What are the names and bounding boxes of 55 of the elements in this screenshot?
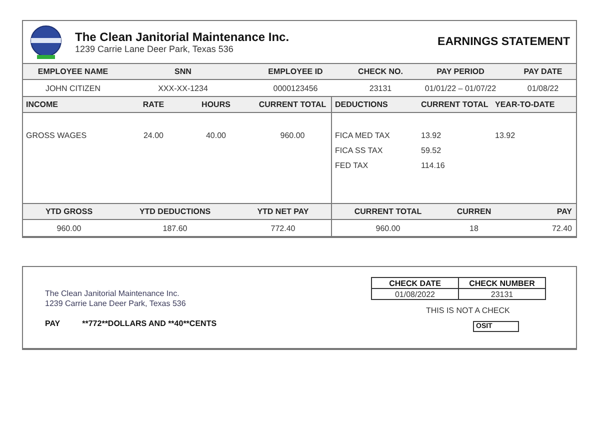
column-header: YTD NET PAY bbox=[256, 207, 310, 216]
column-header: SNN bbox=[174, 67, 192, 76]
column-header: CURRENT TOTAL bbox=[258, 100, 328, 109]
pay-amount: **772**DOLLARS AND **40**CENTS bbox=[82, 319, 217, 328]
table-cell-text: FICA MED TAX bbox=[335, 131, 391, 140]
table-cell-text: 114.16 bbox=[421, 161, 446, 170]
column-header: PAY DATE bbox=[522, 67, 564, 76]
notice-text: THIS IS NOT A CHECK bbox=[426, 306, 510, 315]
table-cell: 23131 bbox=[458, 288, 546, 300]
column-header: YTD GROSS bbox=[44, 207, 94, 216]
table-cell-text: GROSS WAGES bbox=[26, 131, 88, 140]
company-name: The Clean Janitorial Maintenance Inc. bbox=[75, 30, 290, 44]
column-header: EMPLOYEE ID bbox=[267, 67, 324, 76]
statement-title: EARNINGS STATEMENT bbox=[438, 36, 570, 48]
table-cell-text: 187.60 bbox=[162, 224, 188, 232]
table-cell-text: 59.52 bbox=[421, 146, 442, 155]
column-header: EMPLOYEE NAME bbox=[36, 67, 110, 76]
column-header: INCOME bbox=[26, 100, 59, 109]
column-header: YEAR-TO-DATE bbox=[495, 100, 556, 109]
column-header: DEDUCTIONS bbox=[335, 100, 389, 109]
column-header: CURREN bbox=[456, 207, 492, 216]
table-cell: 01/08/2022 bbox=[372, 288, 458, 300]
table-cell-text: 23131 bbox=[368, 84, 393, 92]
pay-label: PAY bbox=[45, 319, 60, 328]
table-cell-text: FICA SS TAX bbox=[335, 146, 384, 155]
column-header: CURRENT TOTAL bbox=[421, 100, 490, 109]
column-header: CHECK NO. bbox=[357, 67, 404, 76]
column-header: CHECK DATE bbox=[372, 278, 458, 288]
column-header: PAY PERIOD bbox=[436, 67, 486, 76]
table-cell-text: 960.00 bbox=[279, 131, 306, 140]
table-cell-text: JOHN CITIZEN bbox=[44, 84, 102, 92]
table-cell-text: 0000123456 bbox=[272, 84, 319, 92]
table-cell-text: FED TAX bbox=[335, 161, 370, 170]
table-cell-text: 18 bbox=[468, 224, 480, 232]
table-cell-text: 01/01/22 – 01/07/22 bbox=[424, 84, 498, 92]
company-name: The Clean Janitorial Maintenance Inc. bbox=[45, 289, 180, 299]
table-cell-text: 13.92 bbox=[495, 131, 516, 140]
table-cell-text: 960.00 bbox=[374, 224, 402, 232]
table-cell-text: 13.92 bbox=[421, 131, 442, 140]
column-header: PAY bbox=[556, 207, 573, 216]
company-logo-icon bbox=[29, 25, 63, 59]
table-cell-text: 01/08/22 bbox=[526, 84, 560, 92]
table-cell-text: 40.00 bbox=[204, 131, 228, 140]
column-header: RATE bbox=[142, 100, 166, 109]
table-cell-text: 24.00 bbox=[142, 131, 165, 140]
company-address: 1239 Carrie Lane Deer Park, Texas 536 bbox=[45, 299, 187, 309]
table-cell-text: 772.40 bbox=[270, 224, 296, 232]
column-header: CURRENT TOTAL bbox=[353, 207, 423, 216]
table-cell-text: 72.40 bbox=[550, 224, 573, 232]
table-cell-text: XXX-XX-1234 bbox=[157, 84, 209, 92]
column-header: HOURS bbox=[200, 100, 232, 109]
company-address: 1239 Carrie Lane Deer Park, Texas 536 bbox=[75, 44, 234, 54]
column-header: CHECK NUMBER bbox=[458, 278, 546, 288]
column-header: YTD DEDUCTIONS bbox=[138, 207, 212, 216]
table-cell-text: 960.00 bbox=[56, 224, 82, 232]
